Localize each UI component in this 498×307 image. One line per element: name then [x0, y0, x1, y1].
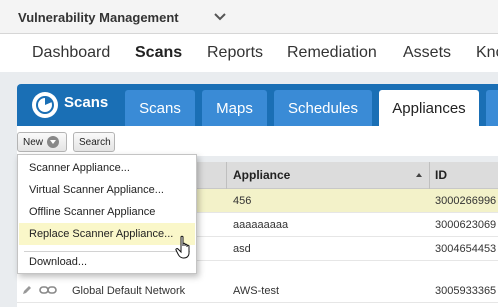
menu-item-scanner-appliance[interactable]: Scanner Appliance...: [19, 157, 195, 179]
appliance-name: AWS-test: [233, 285, 280, 297]
nav-scans[interactable]: Scans: [135, 44, 182, 62]
chevron-down-icon[interactable]: [213, 12, 227, 22]
appliance-id: 3000266996: [435, 195, 497, 207]
network-name: Global Default Network: [72, 285, 186, 297]
appliance-name: asd: [233, 243, 251, 255]
table-row[interactable]: Global Default Network AWS-test 30059333…: [17, 279, 498, 303]
column-id[interactable]: ID: [435, 168, 447, 182]
menu-item-offline-scanner-appliance[interactable]: Offline Scanner Appliance: [19, 201, 195, 223]
app-title: Vulnerability Management: [18, 9, 179, 25]
row-icons: [21, 284, 57, 296]
edit-icon[interactable]: [21, 284, 33, 296]
tab-maps[interactable]: Maps: [202, 90, 267, 126]
new-button[interactable]: New: [17, 132, 67, 152]
search-button[interactable]: Search: [73, 132, 115, 152]
network-link-icon: [39, 286, 57, 294]
nav-dashboard[interactable]: Dashboard: [32, 44, 110, 62]
app-bar: Vulnerability Management: [0, 0, 498, 34]
scans-module-icon: [32, 92, 58, 118]
nav-remediation[interactable]: Remediation: [287, 44, 377, 62]
appliance-id: 3000623069: [435, 219, 497, 231]
appliance-name: 456: [233, 195, 252, 207]
new-button-label: New: [23, 136, 44, 148]
appliance-id: 3005933365: [435, 285, 497, 297]
main-nav: Dashboard Scans Reports Remediation Asse…: [0, 34, 498, 72]
menu-item-virtual-scanner-appliance[interactable]: Virtual Scanner Appliance...: [19, 179, 195, 201]
new-menu: Scanner Appliance... Virtual Scanner App…: [17, 154, 197, 274]
nav-knowledgebase[interactable]: Kno: [476, 44, 498, 62]
dropdown-arrow-icon: [47, 136, 60, 148]
appliance-id: 3004654453: [435, 243, 497, 255]
nav-reports[interactable]: Reports: [207, 44, 263, 62]
menu-item-replace-scanner-appliance[interactable]: Replace Scanner Appliance...: [19, 223, 195, 245]
sort-ascending-icon[interactable]: [416, 173, 422, 177]
menu-item-download[interactable]: Download...: [19, 251, 195, 273]
nav-assets[interactable]: Assets: [403, 44, 451, 62]
tab-scans[interactable]: Scans: [125, 90, 195, 126]
column-appliance[interactable]: Appliance: [233, 168, 290, 182]
tab-appliances[interactable]: Appliances: [379, 90, 479, 126]
hand-cursor-icon: [175, 235, 190, 259]
column-divider: [226, 162, 227, 189]
app-selector[interactable]: Vulnerability Management: [6, 4, 236, 30]
module-title: Scans: [64, 94, 109, 111]
appliance-name: aaaaaaaaa: [233, 219, 289, 231]
tab-schedules[interactable]: Schedules: [274, 90, 372, 126]
column-divider: [429, 162, 430, 189]
tab-more[interactable]: [486, 90, 498, 126]
